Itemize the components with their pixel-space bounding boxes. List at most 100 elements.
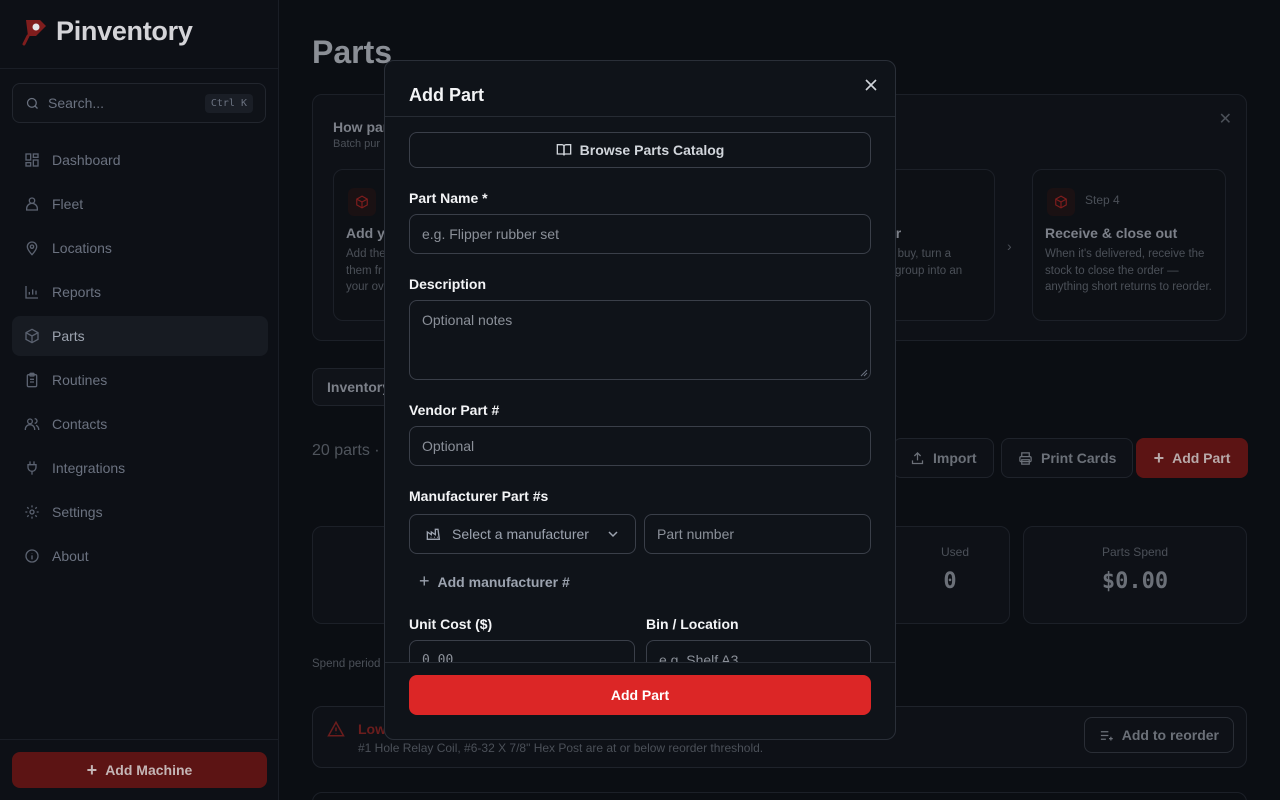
upload-icon — [911, 451, 924, 464]
info-icon — [25, 549, 39, 563]
factory-icon — [426, 528, 441, 540]
box-icon — [1047, 188, 1075, 216]
import-label: Import — [933, 450, 977, 466]
dashboard-icon — [25, 153, 39, 167]
stat-label: Parts Spend — [1101, 545, 1169, 559]
sidebar-item-label: About — [52, 548, 89, 564]
sidebar-item-label: Routines — [52, 372, 108, 388]
spend-period-note: Spend period — [312, 658, 381, 670]
bin-location-placeholder: e.g. Shelf A3 — [659, 652, 739, 662]
add-part-submit-button[interactable]: Add Part — [409, 675, 871, 715]
chevron-right-icon: › — [1007, 238, 1012, 254]
add-machine-button[interactable]: + Add Machine — [12, 752, 267, 788]
sidebar-item-locations[interactable]: Locations — [12, 228, 268, 268]
part-name-placeholder: e.g. Flipper rubber set — [422, 226, 559, 242]
add-part-label: Add Part — [1172, 450, 1231, 466]
app-name: Pinventory — [56, 16, 193, 46]
sidebar-item-contacts[interactable]: Contacts — [12, 404, 268, 444]
chart-icon — [25, 286, 38, 299]
clipboard-icon — [26, 372, 38, 388]
chevron-down-icon — [608, 531, 618, 538]
sidebar-item-label: Integrations — [52, 460, 126, 476]
sidebar-item-integrations[interactable]: Integrations — [12, 448, 268, 488]
step-body: When it's delivered, receive the stock t… — [1045, 248, 1212, 293]
divider — [0, 68, 278, 69]
box-icon — [25, 328, 39, 344]
description-textarea[interactable]: Optional notes — [409, 300, 871, 380]
printer-icon — [1019, 451, 1032, 465]
manufacturer-select[interactable]: Select a manufacturer — [409, 514, 636, 554]
sidebar-item-dashboard[interactable]: Dashboard — [12, 140, 268, 180]
import-button[interactable]: Import — [893, 438, 994, 478]
manufacturer-select-value: Select a manufacturer — [452, 526, 589, 542]
sidebar-item-label: Parts — [52, 328, 85, 344]
sidebar-item-label: Reports — [52, 284, 102, 300]
box-icon — [348, 188, 376, 216]
stat-label: Used — [940, 545, 969, 559]
gear-icon — [25, 505, 39, 519]
add-part-dialog: Add Part Browse Parts Catalog Part Name … — [384, 60, 896, 740]
add-part-button[interactable]: + Add Part — [1136, 438, 1248, 478]
search-shortcut: Ctrl K — [204, 93, 253, 113]
print-cards-label: Print Cards — [1041, 450, 1117, 466]
alert-title: Low — [358, 721, 386, 737]
tab-inventory[interactable]: Inventory — [312, 368, 392, 406]
manufacturer-part-number-input[interactable]: Part number — [644, 514, 871, 554]
resize-handle-icon[interactable] — [860, 369, 868, 377]
how-subtitle: Batch pur — [333, 138, 381, 150]
stat-value: $0.00 — [1101, 569, 1169, 594]
book-open-icon — [556, 144, 571, 156]
how-title: How par — [333, 119, 389, 135]
sidebar-item-label: Dashboard — [52, 152, 121, 168]
vendor-part-label: Vendor Part # — [409, 402, 500, 418]
sidebar-item-fleet[interactable]: Fleet — [12, 184, 268, 224]
users-icon — [24, 418, 40, 430]
print-cards-button[interactable]: Print Cards — [1001, 438, 1134, 478]
plus-icon: + — [419, 571, 430, 591]
step-body: o buy, turn a r group into an — [888, 248, 963, 277]
sidebar-nav: Dashboard Fleet Locations Reports Parts … — [12, 140, 268, 580]
close-icon[interactable] — [863, 77, 879, 93]
bin-location-input[interactable]: e.g. Shelf A3 — [646, 640, 871, 662]
dialog-title: Add Part — [409, 85, 485, 105]
sidebar-item-reports[interactable]: Reports — [12, 272, 268, 312]
stat-card-parts-spend: Parts Spend $0.00 — [1023, 526, 1247, 624]
sidebar-item-label: Locations — [52, 240, 112, 256]
add-manufacturer-number-button[interactable]: + Add manufacturer # — [419, 571, 570, 592]
part-number-placeholder: Part number — [657, 526, 735, 542]
parts-count: 20 parts · — [312, 442, 380, 459]
unit-cost-placeholder: 0.00 — [422, 652, 454, 663]
search-icon — [26, 97, 38, 109]
card — [312, 792, 1247, 800]
warning-icon — [327, 720, 345, 737]
add-to-reorder-label: Add to reorder — [1121, 727, 1219, 743]
browse-label: Browse Parts Catalog — [579, 142, 725, 158]
add-to-reorder-button[interactable]: Add to reorder — [1083, 717, 1234, 753]
map-pin-icon — [26, 241, 38, 256]
page-title: Parts — [312, 34, 393, 70]
sidebar-item-parts[interactable]: Parts — [12, 316, 268, 356]
search-input[interactable]: Search... Ctrl K — [12, 83, 266, 123]
app-logo[interactable]: Pinventory — [22, 16, 193, 47]
description-placeholder: Optional notes — [422, 312, 513, 328]
add-machine-label: Add Machine — [105, 762, 193, 778]
sidebar-item-routines[interactable]: Routines — [12, 360, 268, 400]
stat-value: 0 — [943, 569, 957, 594]
sidebar-item-label: Fleet — [52, 196, 84, 212]
plus-icon: + — [1153, 447, 1165, 468]
part-name-input[interactable]: e.g. Flipper rubber set — [409, 214, 871, 254]
sidebar-item-label: Contacts — [52, 416, 108, 432]
sidebar-item-about[interactable]: About — [12, 536, 268, 576]
sidebar-item-settings[interactable]: Settings — [12, 492, 268, 532]
dialog-body[interactable]: Browse Parts Catalog Part Name * e.g. Fl… — [385, 117, 895, 662]
pin-logo-icon — [22, 19, 46, 45]
part-name-label: Part Name * — [409, 190, 488, 206]
vendor-part-input[interactable]: Optional — [409, 426, 871, 466]
unit-cost-input[interactable]: 0.00 — [409, 640, 635, 662]
sidebar: Pinventory Search... Ctrl K Dashboard Fl… — [0, 0, 279, 800]
bin-location-label: Bin / Location — [646, 616, 739, 632]
close-icon[interactable]: ✕ — [1219, 109, 1232, 129]
unit-cost-label: Unit Cost ($) — [409, 616, 493, 632]
submit-label: Add Part — [610, 687, 670, 703]
browse-catalog-button[interactable]: Browse Parts Catalog — [409, 132, 871, 168]
